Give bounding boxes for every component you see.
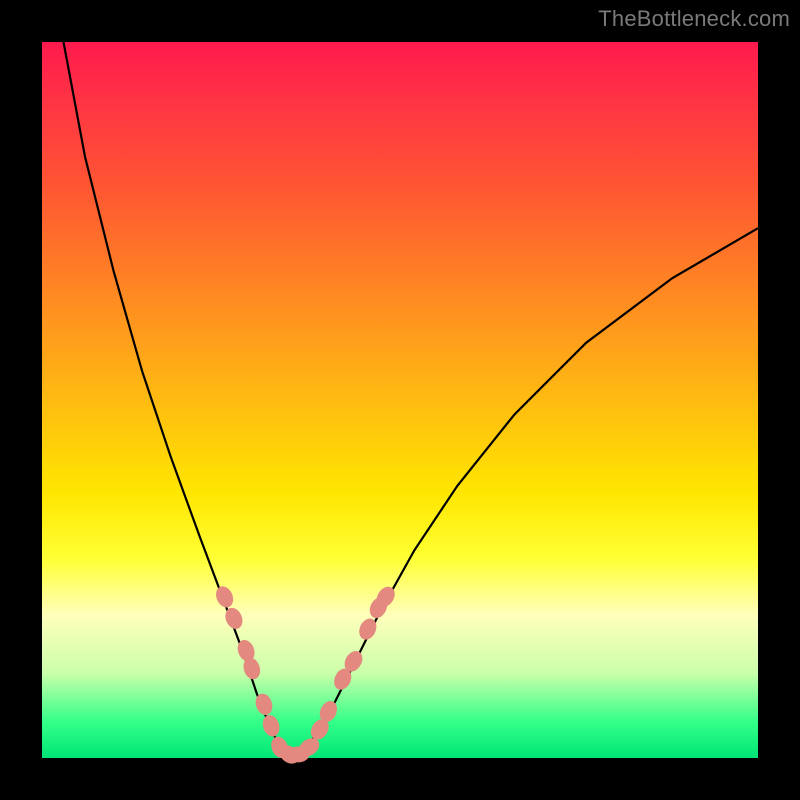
curve-marker (260, 713, 282, 739)
marker-layer (213, 583, 399, 767)
curve-marker (222, 605, 245, 632)
bottleneck-curve (64, 42, 759, 758)
curve-layer (64, 42, 759, 758)
curve-marker (213, 584, 236, 611)
curve-marker (253, 691, 275, 717)
bottleneck-chart (0, 0, 800, 800)
